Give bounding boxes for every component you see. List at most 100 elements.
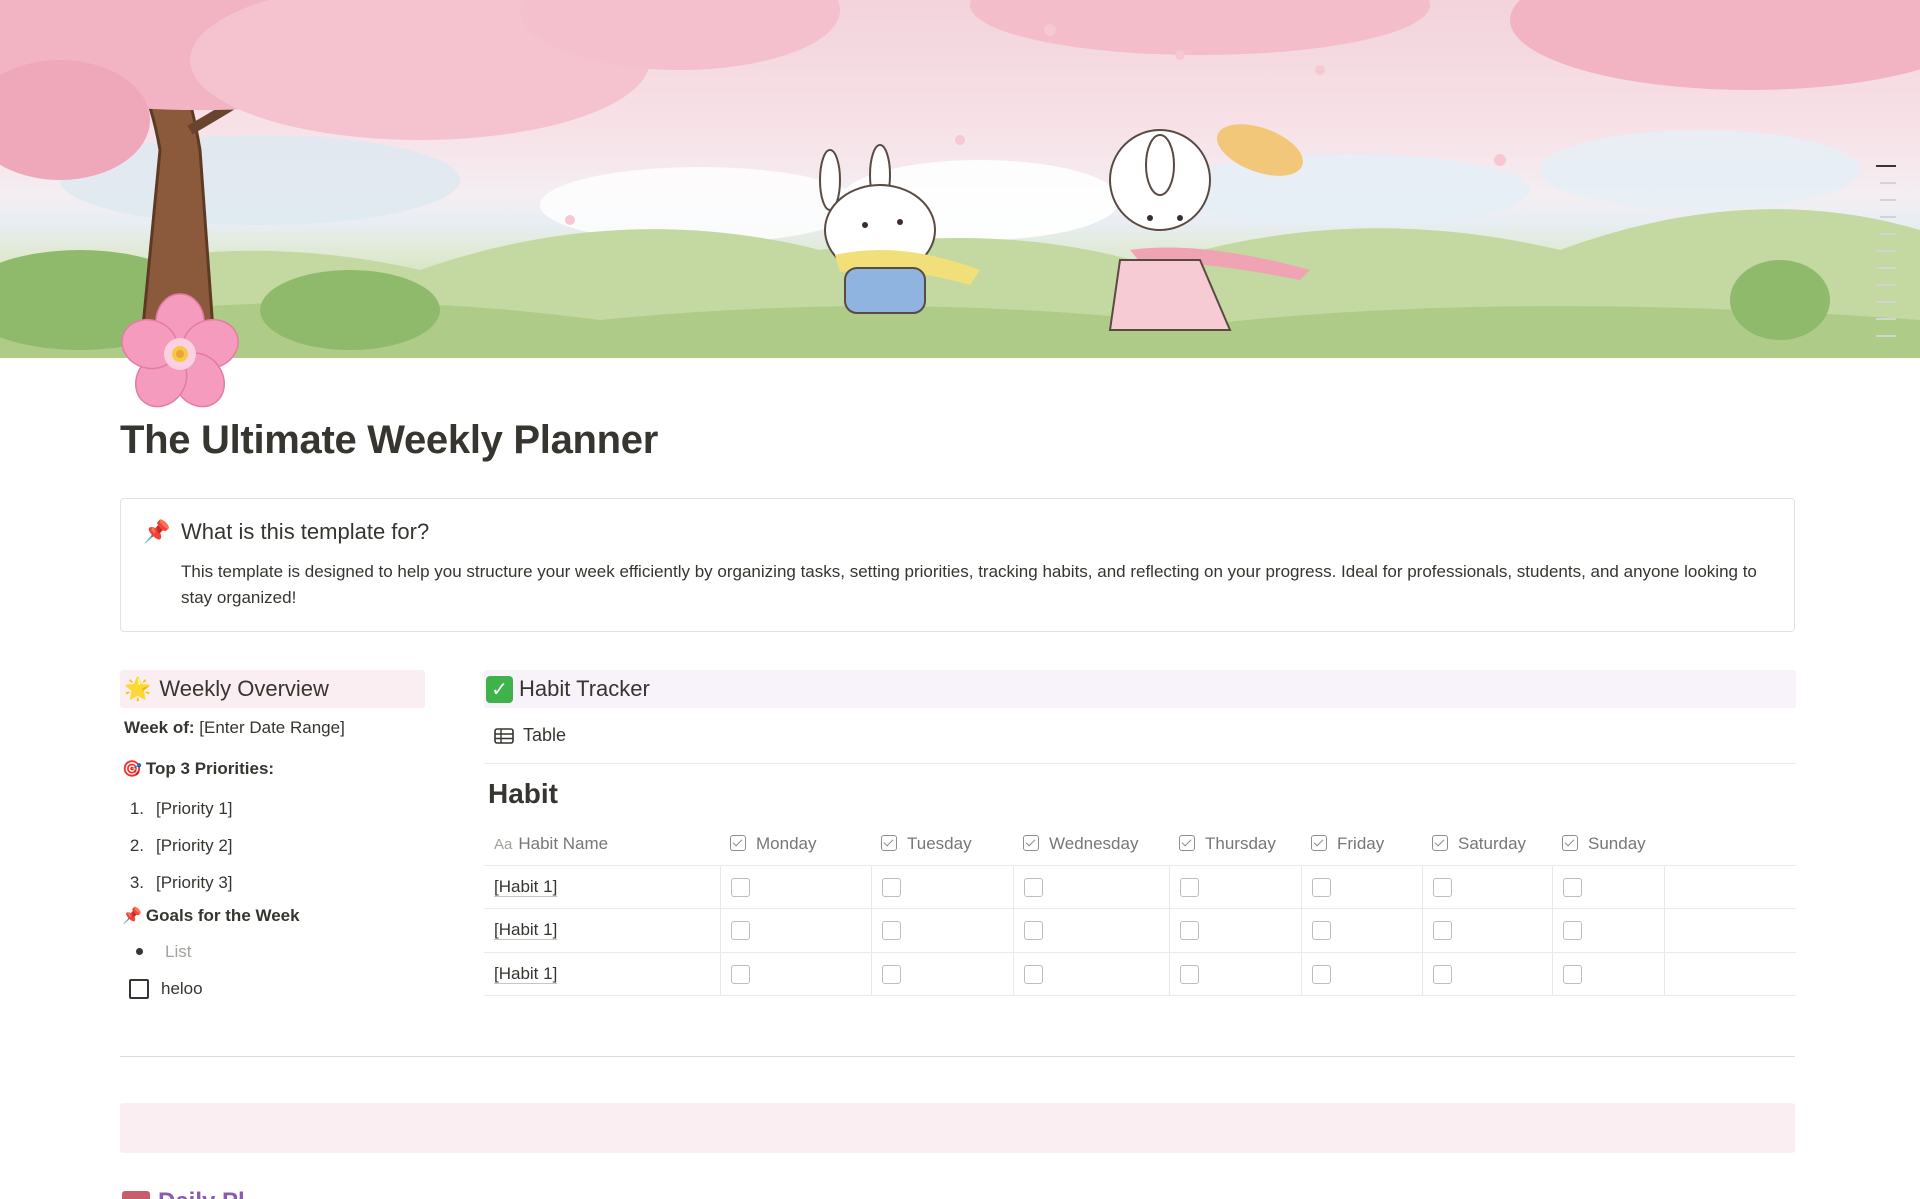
table-icon bbox=[494, 727, 514, 744]
table-of-contents-minimap[interactable] bbox=[1876, 165, 1896, 352]
habit-checkbox[interactable] bbox=[1562, 964, 1582, 984]
goals-heading[interactable]: 📌 Goals for the Week bbox=[120, 903, 425, 929]
column-header-wednesday[interactable]: Wednesday bbox=[1013, 824, 1169, 866]
checkbox-cell bbox=[1013, 908, 1170, 953]
toc-line bbox=[1876, 301, 1896, 303]
checkbox-cell bbox=[1422, 908, 1553, 953]
habit-checkbox[interactable] bbox=[1023, 921, 1043, 941]
habit-checkbox[interactable] bbox=[1311, 921, 1331, 941]
habit-checkbox[interactable] bbox=[1023, 877, 1043, 897]
toc-line bbox=[1880, 182, 1896, 184]
checkbox-cell bbox=[1169, 908, 1302, 953]
habit-checkbox[interactable] bbox=[730, 964, 750, 984]
checkbox-property-icon bbox=[1432, 835, 1448, 852]
callout-body: This template is designed to help you st… bbox=[181, 562, 1757, 607]
list-number: 2. bbox=[129, 835, 144, 855]
habit-checkbox[interactable] bbox=[1179, 921, 1199, 941]
table-view-tab[interactable]: Table bbox=[484, 708, 1796, 764]
checkbox-cell bbox=[1301, 952, 1423, 996]
column-label: Wednesday bbox=[1049, 834, 1139, 854]
habit-name-cell[interactable]: [Habit 1] bbox=[484, 908, 721, 953]
habit-checkbox[interactable] bbox=[730, 921, 750, 941]
habit-checkbox[interactable] bbox=[1562, 921, 1582, 941]
weekly-overview-heading[interactable]: 🌟 Weekly Overview bbox=[120, 670, 425, 708]
section-divider bbox=[120, 1056, 1795, 1057]
top-priorities-heading[interactable]: 🎯 Top 3 Priorities: bbox=[120, 756, 425, 782]
habit-checkbox[interactable] bbox=[1311, 877, 1331, 897]
toc-line bbox=[1880, 233, 1896, 235]
checkbox-property-icon bbox=[1179, 835, 1195, 852]
priorities-list: 1. [Priority 1] 2. [Priority 2] 3. [Priorit… bbox=[120, 790, 425, 901]
text-property-icon: Aa bbox=[494, 836, 513, 854]
habit-checkbox[interactable] bbox=[1023, 964, 1043, 984]
page-title[interactable]: The Ultimate Weekly Planner bbox=[120, 418, 658, 463]
habit-checkbox[interactable] bbox=[1432, 921, 1452, 941]
habit-checkbox[interactable] bbox=[730, 877, 750, 897]
habit-checkbox[interactable] bbox=[881, 964, 901, 984]
checkbox-cell bbox=[1013, 952, 1170, 996]
check-mark-icon: ✓ bbox=[486, 675, 513, 703]
section-banner[interactable] bbox=[120, 1103, 1795, 1153]
goals-bullet-item[interactable]: List bbox=[120, 933, 425, 970]
priority-item[interactable]: 1. [Priority 1] bbox=[120, 790, 425, 827]
column-header-friday[interactable]: Friday bbox=[1301, 824, 1422, 866]
column-label: Habit Name bbox=[518, 834, 609, 854]
priority-item[interactable]: 2. [Priority 2] bbox=[120, 827, 425, 864]
info-callout[interactable]: 📌 What is this template for? This templa… bbox=[120, 498, 1795, 632]
checkbox-cell bbox=[720, 952, 872, 996]
todo-item: heloo bbox=[120, 970, 425, 1007]
habit-name-cell[interactable]: [Habit 1] bbox=[484, 952, 721, 996]
habit-checkbox[interactable] bbox=[1432, 877, 1452, 897]
week-of-line[interactable]: Week of: [Enter Date Range] bbox=[120, 718, 425, 744]
checkbox-property-icon bbox=[1562, 835, 1578, 852]
column-header-monday[interactable]: Monday bbox=[720, 824, 871, 866]
checkbox-cell bbox=[1013, 865, 1170, 909]
weekly-overview-section: 🌟 Weekly Overview Week of: [Enter Date R… bbox=[120, 670, 425, 1007]
callout-title: What is this template for? bbox=[181, 519, 430, 544]
checkbox-cell bbox=[1422, 865, 1553, 909]
checkbox-cell bbox=[720, 908, 872, 953]
priority-item[interactable]: 3. [Priority 3] bbox=[120, 864, 425, 901]
checkbox-cell bbox=[871, 908, 1014, 953]
goals-title: Goals for the Week bbox=[145, 906, 300, 925]
target-icon: 🎯 bbox=[122, 761, 142, 778]
add-column-area[interactable] bbox=[1664, 824, 1796, 866]
page-cover bbox=[0, 0, 1920, 358]
checkbox-cell bbox=[871, 865, 1014, 909]
empty-cell bbox=[1664, 908, 1796, 953]
table-row: [Habit 1] bbox=[484, 865, 1796, 909]
habit-name-cell[interactable]: [Habit 1] bbox=[484, 865, 721, 909]
habit-checkbox[interactable] bbox=[881, 921, 901, 941]
checkbox-property-icon bbox=[881, 835, 897, 852]
column-header-habit-name[interactable]: Aa Habit Name bbox=[484, 824, 720, 866]
habit-tracker-heading[interactable]: ✓ Habit Tracker bbox=[484, 670, 1796, 708]
toc-line bbox=[1876, 335, 1896, 337]
checkbox-property-icon bbox=[730, 835, 746, 852]
cherry-blossom-icon[interactable] bbox=[118, 292, 242, 416]
todo-checkbox[interactable] bbox=[129, 978, 149, 999]
column-header-thursday[interactable]: Thursday bbox=[1169, 824, 1301, 866]
habit-checkbox[interactable] bbox=[881, 877, 901, 897]
habit-checkbox[interactable] bbox=[1432, 964, 1452, 984]
column-header-saturday[interactable]: Saturday bbox=[1422, 824, 1552, 866]
todo-text[interactable]: heloo bbox=[161, 979, 203, 999]
toc-line bbox=[1876, 165, 1896, 167]
table-header-row: Aa Habit Name Monday Tuesday Wednesday Th… bbox=[484, 824, 1796, 866]
daily-planner-heading[interactable]: Daily Pl bbox=[122, 1188, 245, 1199]
toc-line bbox=[1876, 284, 1896, 286]
habit-checkbox[interactable] bbox=[1311, 964, 1331, 984]
glowing-star-icon: 🌟 bbox=[124, 676, 152, 701]
habit-checkbox[interactable] bbox=[1562, 877, 1582, 897]
checkbox-cell bbox=[1169, 865, 1302, 909]
column-header-tuesday[interactable]: Tuesday bbox=[871, 824, 1013, 866]
empty-cell bbox=[1664, 952, 1796, 996]
habit-checkbox[interactable] bbox=[1179, 964, 1199, 984]
database-title[interactable]: Habit bbox=[484, 778, 1796, 814]
column-label: Friday bbox=[1337, 834, 1385, 854]
column-label: Monday bbox=[756, 834, 817, 854]
checkbox-cell bbox=[1301, 865, 1423, 909]
checkbox-cell bbox=[1169, 952, 1302, 996]
column-header-sunday[interactable]: Sunday bbox=[1552, 824, 1664, 866]
toc-line bbox=[1880, 216, 1896, 218]
habit-checkbox[interactable] bbox=[1179, 877, 1199, 897]
